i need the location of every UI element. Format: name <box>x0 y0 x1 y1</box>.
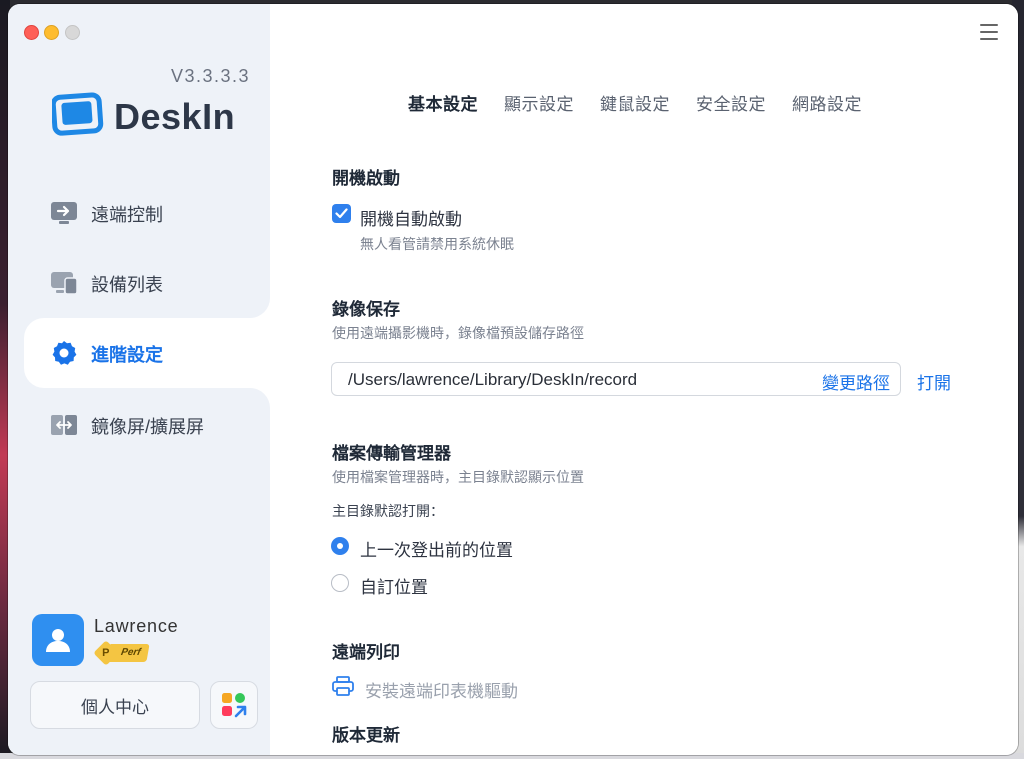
radio-custom-location[interactable] <box>331 574 349 592</box>
radio-custom-location-label[interactable]: 自訂位置 <box>360 573 428 598</box>
section-title-file-manager: 檔案傳輸管理器 <box>332 444 451 463</box>
sidebar-item-remote-control[interactable]: 遠端控制 <box>24 178 270 248</box>
tab-network-settings[interactable]: 網路設定 <box>792 90 862 115</box>
username: Lawrence <box>94 616 179 636</box>
app-version: V3.3.3.3 <box>170 66 250 86</box>
sidebar-item-advanced-settings[interactable]: 進階設定 <box>24 318 270 388</box>
app-window: V3.3.3.3 DeskIn 遠端控制 設備列表 進階設定 鏡像屏/擴展屏 L… <box>8 4 1018 755</box>
plan-badge: P Perf <box>93 640 151 666</box>
mirror-screen-icon <box>50 412 78 438</box>
auto-start-hint: 無人看管請禁用系統休眠 <box>360 236 514 252</box>
radio-last-location-label[interactable]: 上一次登出前的位置 <box>360 536 513 561</box>
sidebar-item-label: 鏡像屏/擴展屏 <box>91 417 205 437</box>
sidebar-item-label: 設備列表 <box>91 275 163 295</box>
file-manager-description: 使用檔案管理器時，主目錄默認顯示位置 <box>332 469 584 485</box>
section-title-remote-print: 遠端列印 <box>332 643 400 662</box>
default-directory-label: 主目錄默認打開： <box>332 503 444 519</box>
section-title-update: 版本更新 <box>332 726 400 745</box>
tab-display-settings[interactable]: 顯示設定 <box>504 90 574 115</box>
settings-panel: 基本設定 顯示設定 鍵鼠設定 安全設定 網路設定 開機啟動 開機自動啟動 無人看… <box>270 4 1018 755</box>
section-title-recording: 錄像保存 <box>332 300 400 319</box>
sidebar-item-label: 遠端控制 <box>91 205 163 225</box>
sidebar-item-devices[interactable]: 設備列表 <box>24 248 270 318</box>
hamburger-menu-icon[interactable] <box>980 24 998 40</box>
avatar[interactable] <box>32 614 84 666</box>
devices-icon <box>50 270 78 296</box>
apps-button[interactable] <box>210 681 258 729</box>
install-printer-driver-link[interactable]: 安裝遠端印表機驅動 <box>365 677 518 702</box>
open-folder-link[interactable]: 打開 <box>917 369 951 394</box>
sidebar-item-mirror-screen[interactable]: 鏡像屏/擴展屏 <box>24 390 270 460</box>
app-name: DeskIn <box>114 96 236 137</box>
minimize-window-button[interactable] <box>44 25 59 40</box>
tab-basic-settings[interactable]: 基本設定 <box>408 90 478 115</box>
auto-start-checkbox[interactable] <box>332 204 351 223</box>
user-icon <box>46 629 70 652</box>
deskin-logo-icon <box>52 92 104 136</box>
sidebar-item-label: 進階設定 <box>91 345 163 365</box>
apps-grid-icon <box>222 693 247 718</box>
printer-icon <box>332 676 354 696</box>
settings-tabs: 基本設定 顯示設定 鍵鼠設定 安全設定 網路設定 <box>408 90 862 115</box>
tab-security-settings[interactable]: 安全設定 <box>696 90 766 115</box>
profile-center-button[interactable]: 個人中心 <box>30 681 200 729</box>
remote-control-icon <box>50 200 78 226</box>
recording-path-value: /Users/lawrence/Library/DeskIn/record <box>348 370 638 389</box>
recording-description: 使用遠端攝影機時，錄像檔預設儲存路徑 <box>332 325 584 341</box>
change-path-link[interactable]: 變更路徑 <box>822 369 890 394</box>
recording-path-field[interactable]: /Users/lawrence/Library/DeskIn/record 變更… <box>331 362 901 396</box>
gear-icon <box>50 340 78 366</box>
checkmark-icon <box>335 208 348 219</box>
tab-keyboard-mouse-settings[interactable]: 鍵鼠設定 <box>600 90 670 115</box>
radio-last-location[interactable] <box>331 537 349 555</box>
close-window-button[interactable] <box>24 25 39 40</box>
auto-start-label[interactable]: 開機自動啟動 <box>360 205 462 230</box>
zoom-window-button[interactable] <box>65 25 80 40</box>
sidebar-active-curve <box>250 298 270 318</box>
sidebar: V3.3.3.3 DeskIn 遠端控制 設備列表 進階設定 鏡像屏/擴展屏 L… <box>8 4 270 755</box>
section-title-startup: 開機啟動 <box>332 169 400 188</box>
